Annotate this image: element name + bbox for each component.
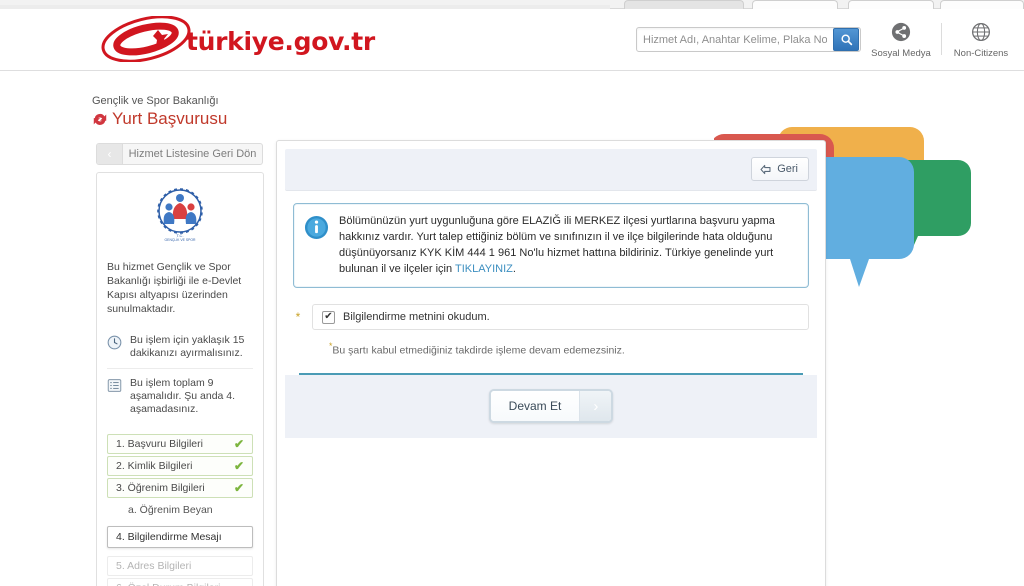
header-divider [941, 23, 942, 55]
chevron-right-icon: › [579, 391, 612, 421]
sidebar: T.C. GENÇLİK VE SPOR Bu hizmet Gençlik v… [96, 172, 264, 586]
consent-row: * ✔ Bilgilendirme metnini okudum. [293, 304, 809, 330]
site-logo[interactable]: türkiye.gov.tr [100, 15, 375, 63]
browser-chrome [0, 0, 1024, 9]
turkiye-crescent-icon [101, 16, 191, 62]
back-button[interactable]: Geri [751, 157, 809, 181]
social-media-label: Sosyal Medya [871, 48, 931, 59]
clock-icon [107, 335, 123, 354]
sidebar-duration-note: Bu işlem için yaklaşık 15 dakikanızı ayı… [107, 326, 253, 368]
sidebar-stage-note: Bu işlem toplam 9 aşamalıdır. Şu anda 4.… [107, 368, 253, 424]
search-button[interactable] [833, 28, 859, 51]
list-icon [107, 378, 123, 397]
globe-icon [946, 22, 1016, 45]
back-button-label: Geri [777, 163, 798, 175]
non-citizens-label: Non-Citizens [953, 48, 1009, 59]
step-item-3[interactable]: 3. Öğrenim Bilgileri ✔ [107, 478, 253, 498]
main-panel: Geri Bölümünüzün yurt uygunluğuna göre E… [276, 140, 826, 586]
search-icon [840, 34, 852, 46]
panel-footer: Devam Et › [285, 374, 817, 438]
page-title-text: Yurt Başvurusu [112, 109, 228, 128]
back-to-service-list-button[interactable]: ‹ Hizmet Listesine Geri Dön [96, 143, 263, 165]
browser-tab-3[interactable] [848, 0, 934, 9]
ministry-emblem-icon: T.C. GENÇLİK VE SPOR [157, 188, 203, 242]
search-input[interactable] [637, 29, 833, 50]
consent-note: *Bu şartı kabul etmediğiniz takdirde işl… [329, 341, 809, 357]
check-icon: ✔ [233, 458, 244, 473]
continue-button[interactable]: Devam Et › [488, 389, 614, 423]
sidebar-info-card: T.C. GENÇLİK VE SPOR Bu hizmet Gençlik v… [96, 172, 264, 586]
step-label: 3. Öğrenim Bilgileri [116, 481, 205, 494]
browser-tab-1[interactable] [624, 0, 744, 9]
info-text-main: Bölümünüzün yurt uygunluğuna göre ELAZIĞ… [339, 215, 775, 275]
sidebar-description: Bu hizmet Gençlik ve Spor Bakanlığı işbi… [107, 261, 242, 315]
info-message-box: Bölümünüzün yurt uygunluğuna göre ELAZIĞ… [293, 203, 809, 288]
check-icon: ✔ [233, 436, 244, 451]
step-item-5[interactable]: 5. Adres Bilgileri [107, 556, 253, 576]
browser-tab-2[interactable] [752, 0, 838, 9]
search-box[interactable] [636, 27, 861, 52]
step-label: 6. Özel Durum Bilgileri [116, 579, 220, 586]
browser-tab-4[interactable] [940, 0, 1024, 9]
step-label: 2. Kimlik Bilgileri [116, 459, 193, 472]
step-item-4[interactable]: 4. Bilgilendirme Mesajı [107, 526, 253, 548]
step-list: 1. Başvuru Bilgileri ✔ 2. Kimlik Bilgile… [107, 434, 253, 586]
sidebar-duration-text: Bu işlem için yaklaşık 15 dakikanızı ayı… [130, 334, 245, 359]
service-arrow-icon [93, 113, 107, 125]
step-label: a. Öğrenim Beyan [128, 504, 213, 516]
page-title: Yurt Başvurusu [92, 109, 227, 129]
required-marker: * [295, 310, 301, 324]
step-label: 1. Başvuru Bilgileri [116, 437, 203, 450]
breadcrumb: Gençlik ve Spor Bakanlığı [92, 95, 219, 107]
step-item-2[interactable]: 2. Kimlik Bilgileri ✔ [107, 456, 253, 476]
consent-note-text: Bu şartı kabul etmediğiniz takdirde işle… [332, 344, 625, 357]
consent-checkbox-field[interactable]: ✔ Bilgilendirme metnini okudum. [312, 304, 809, 330]
step-item-6[interactable]: 6. Özel Durum Bilgileri [107, 578, 253, 586]
consent-checkbox[interactable]: ✔ [322, 310, 335, 324]
info-link-tiklayiniz[interactable]: TIKLAYINIZ [455, 263, 513, 275]
step-item-1[interactable]: 1. Başvuru Bilgileri ✔ [107, 434, 253, 454]
info-icon [304, 215, 330, 277]
share-icon [866, 22, 936, 45]
step-label: 4. Bilgilendirme Mesajı [116, 530, 222, 543]
step-item-3a[interactable]: a. Öğrenim Beyan [107, 500, 253, 520]
agency-logo: T.C. GENÇLİK VE SPOR [107, 185, 253, 248]
step-label: 5. Adres Bilgileri [116, 559, 192, 572]
content-area: Gençlik ve Spor Bakanlığı Yurt Başvurusu… [0, 72, 1024, 586]
panel-header: Geri [285, 149, 817, 191]
svg-text:GENÇLİK VE SPOR: GENÇLİK VE SPOR [165, 237, 196, 242]
info-text-tail: . [512, 263, 516, 275]
site-header: türkiye.gov.tr Hizmet Adı, Anahtar Kelim… [0, 9, 1024, 71]
social-media-button[interactable]: Sosyal Medya [866, 22, 936, 59]
sidebar-stage-text: Bu işlem toplam 9 aşamalıdır. Şu anda 4.… [130, 377, 236, 415]
info-message-text: Bölümünüzün yurt uygunluğuna göre ELAZIĞ… [339, 213, 798, 277]
site-logo-text: türkiye.gov.tr [186, 26, 375, 56]
chevron-left-icon: ‹ [97, 144, 123, 164]
continue-button-label: Devam Et [490, 391, 580, 421]
non-citizens-button[interactable]: Non-Citizens [946, 22, 1016, 59]
panel-body: Bölümünüzün yurt uygunluğuna göre ELAZIĞ… [277, 191, 825, 375]
consent-checkbox-label: Bilgilendirme metnini okudum. [343, 311, 490, 323]
arrow-left-icon [760, 164, 771, 174]
check-icon: ✔ [233, 480, 244, 495]
page-root: türkiye.gov.tr Hizmet Adı, Anahtar Kelim… [0, 0, 1024, 586]
back-to-service-list-label: Hizmet Listesine Geri Dön [128, 148, 257, 160]
